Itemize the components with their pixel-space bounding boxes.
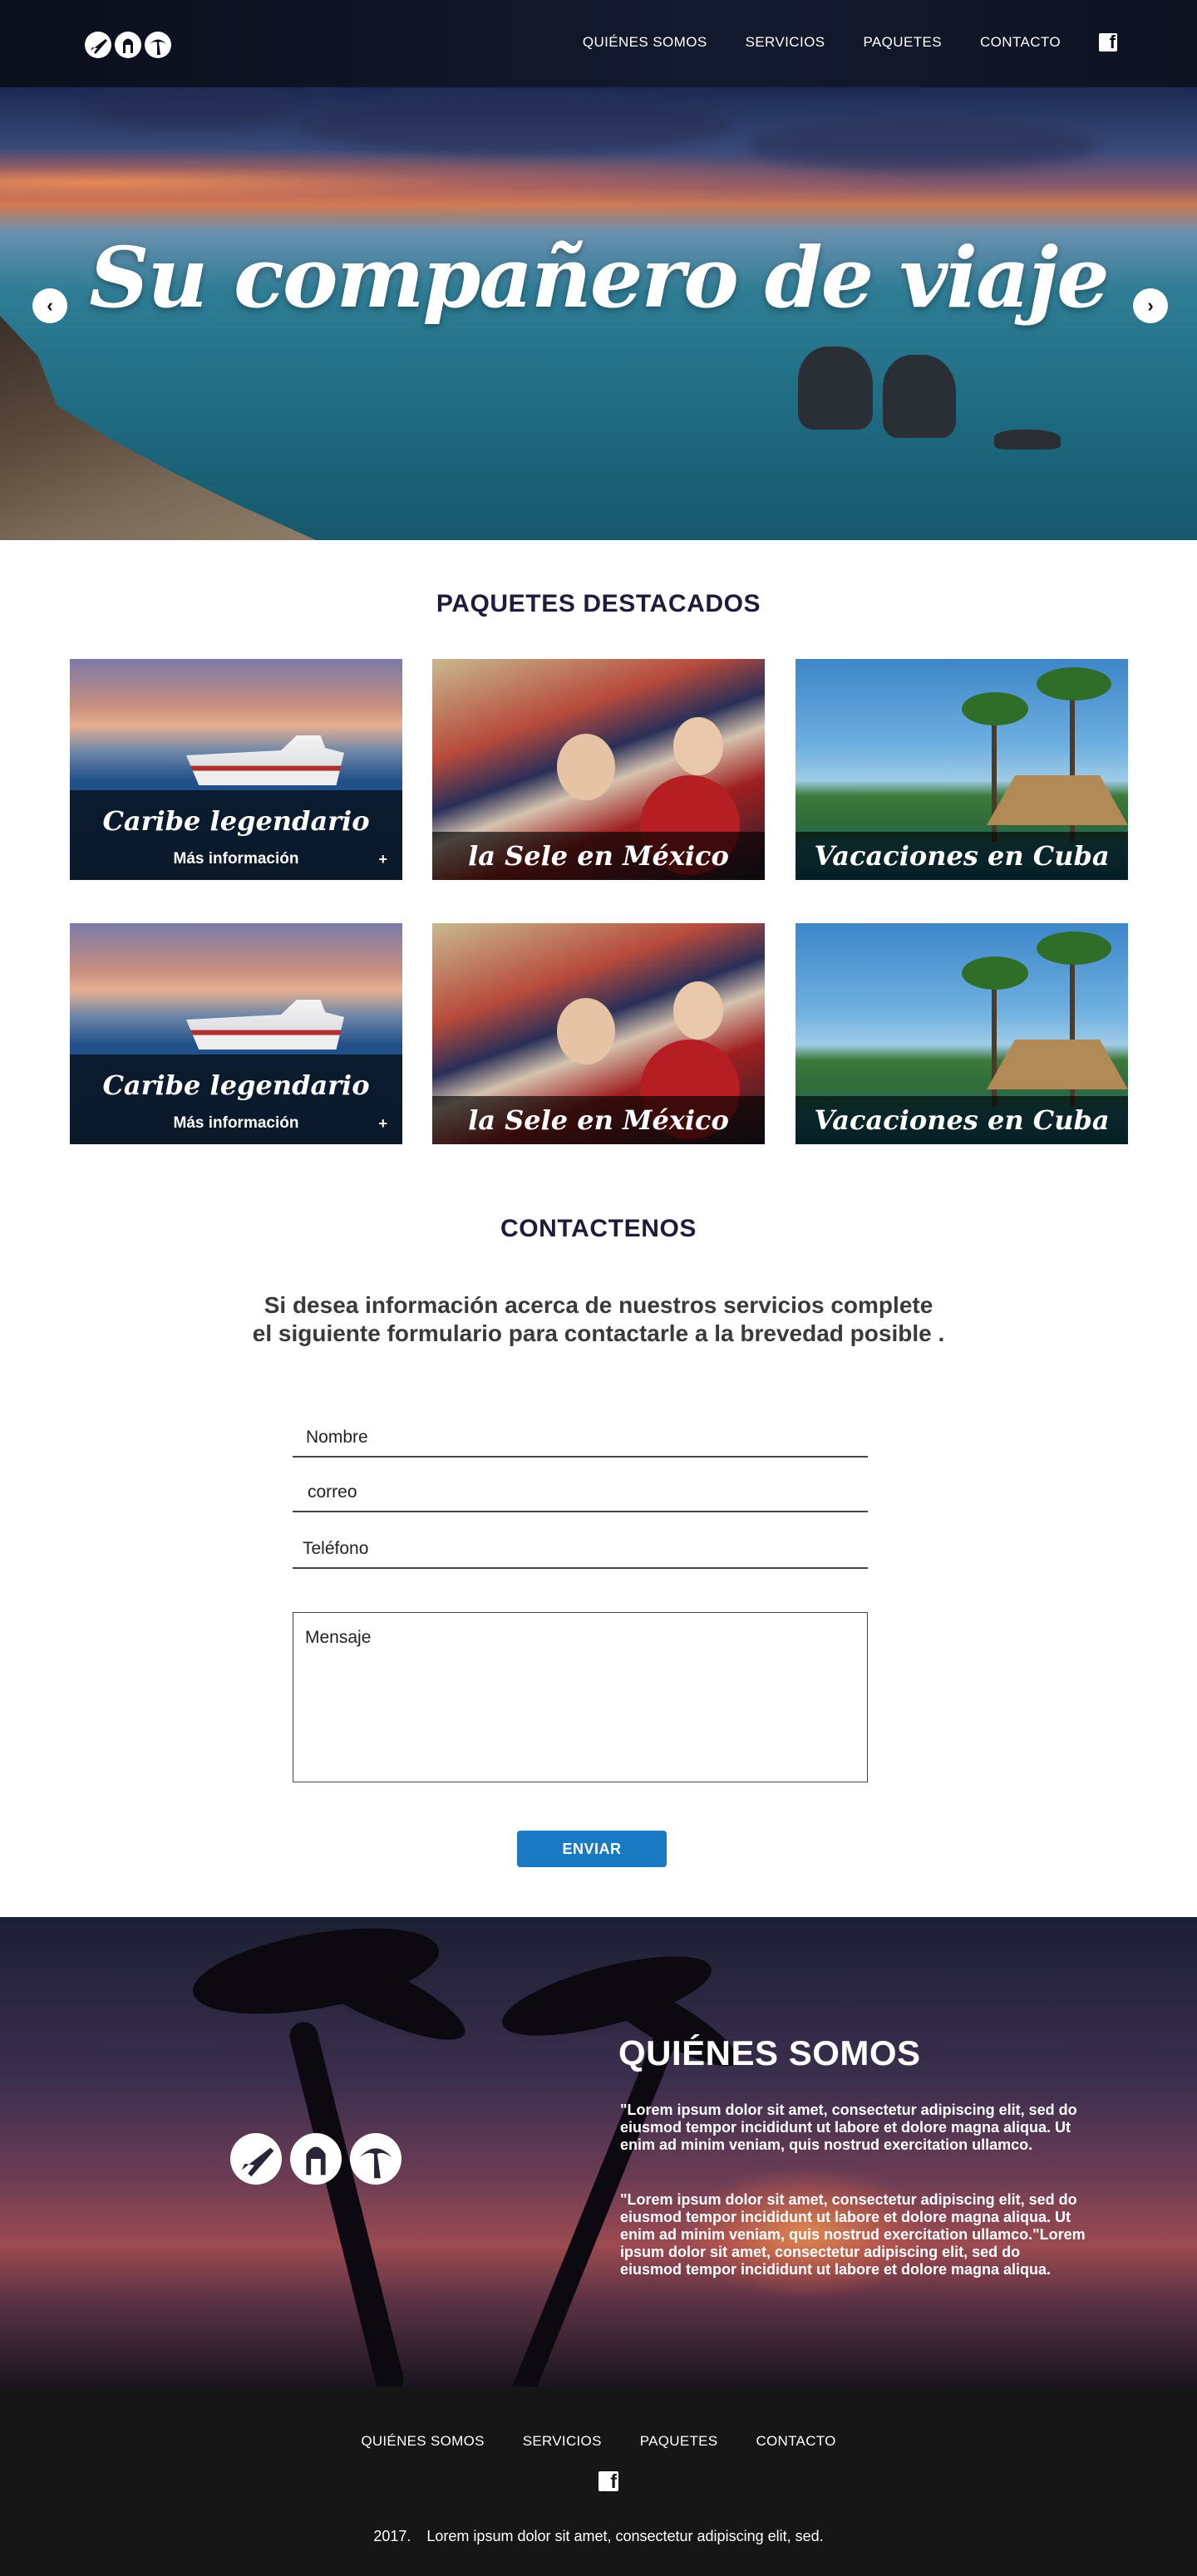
package-card-caribe[interactable]: Caribe legendario Más información + xyxy=(70,659,402,880)
hero-cliff xyxy=(0,316,316,540)
contact-title: CONTACTENOS xyxy=(500,1215,697,1242)
copyright-text: Lorem ipsum dolor sit amet, consectetur … xyxy=(426,2528,824,2544)
ship-image xyxy=(186,1000,344,1050)
about-paragraph: "Lorem ipsum dolor sit amet, consectetur… xyxy=(620,2102,1077,2153)
hero-slider: Su compañero de viaje ‹ › xyxy=(0,87,1197,540)
submit-button[interactable]: ENVIAR xyxy=(517,1831,667,1867)
palm-image xyxy=(1037,932,1111,965)
contact-description: Si desea información acerca de nuestros … xyxy=(0,1291,1197,1348)
card-title: Vacaciones en Cuba xyxy=(814,1104,1110,1136)
hut-image xyxy=(987,775,1128,825)
nav-links: QUIÉNES SOMOS SERVICIOS PAQUETES CONTACT… xyxy=(583,32,1117,52)
hero-rock xyxy=(883,355,956,438)
more-info-link[interactable]: Más información xyxy=(70,1114,402,1133)
crowd-image xyxy=(557,998,615,1064)
hero-title: Su compañero de viaje xyxy=(89,229,1109,327)
palm-image xyxy=(962,692,1028,725)
plane-icon xyxy=(230,2133,282,2185)
facebook-icon[interactable]: f xyxy=(598,2470,618,2492)
message-textarea[interactable]: Mensaje xyxy=(293,1612,868,1782)
palm-image xyxy=(962,956,1028,990)
contact-description-line: Si desea información acerca de nuestros … xyxy=(264,1292,933,1318)
hero-cloud xyxy=(83,87,299,129)
package-card-sele[interactable]: la Sele en México xyxy=(432,659,765,880)
palm-silhouette xyxy=(286,2018,407,2387)
palm-image xyxy=(1037,667,1111,701)
card-title: la Sele en México xyxy=(468,840,729,872)
site-logo[interactable] xyxy=(85,32,171,58)
copyright-year: 2017. xyxy=(373,2528,411,2544)
bell-icon xyxy=(115,32,141,58)
about-logo xyxy=(230,2133,401,2185)
palm-icon xyxy=(350,2133,401,2185)
crowd-image xyxy=(673,717,723,775)
about-section: QUIÉNES SOMOS "Lorem ipsum dolor sit ame… xyxy=(0,1917,1197,2387)
package-card-cuba[interactable]: Vacaciones en Cuba xyxy=(796,923,1128,1144)
crowd-image xyxy=(557,734,615,800)
hero-cloud xyxy=(748,120,1097,170)
card-title: Caribe legendario xyxy=(102,1069,370,1101)
email-field-label: correo xyxy=(308,1482,357,1502)
bell-icon xyxy=(290,2133,342,2185)
footer-link-quienes-somos[interactable]: QUIÉNES SOMOS xyxy=(361,2433,484,2450)
phone-field-label: Teléfono xyxy=(303,1539,369,1558)
copyright: 2017. Lorem ipsum dolor sit amet, consec… xyxy=(0,2528,1197,2545)
about-title: QUIÉNES SOMOS xyxy=(618,2033,921,2072)
message-label: Mensaje xyxy=(305,1628,372,1647)
nav-link-quienes-somos[interactable]: QUIÉNES SOMOS xyxy=(583,34,707,51)
nav-link-paquetes[interactable]: PAQUETES xyxy=(863,34,942,51)
hut-image xyxy=(987,1040,1128,1089)
name-field[interactable]: Nombre xyxy=(293,1413,868,1458)
plane-icon xyxy=(85,32,111,58)
hero-rock xyxy=(994,430,1061,450)
footer-link-contacto[interactable]: CONTACTO xyxy=(756,2433,835,2450)
packages-title: PAQUETES DESTACADOS xyxy=(436,590,761,617)
phone-field[interactable]: Teléfono xyxy=(293,1524,868,1569)
ship-image xyxy=(186,735,344,785)
plus-icon[interactable]: + xyxy=(378,1115,387,1133)
about-paragraph: "Lorem ipsum dolor sit amet, consectetur… xyxy=(620,2191,1086,2278)
nav-link-servicios[interactable]: SERVICIOS xyxy=(746,34,825,51)
more-info-link[interactable]: Más información xyxy=(70,850,402,868)
name-field-label: Nombre xyxy=(306,1428,368,1447)
chevron-left-icon[interactable]: ‹ xyxy=(32,288,67,323)
facebook-icon[interactable]: f xyxy=(1099,32,1117,52)
card-title: Caribe legendario xyxy=(102,805,370,837)
email-field[interactable]: correo xyxy=(293,1467,868,1512)
footer: QUIÉNES SOMOS SERVICIOS PAQUETES CONTACT… xyxy=(0,2387,1197,2576)
crowd-image xyxy=(673,981,723,1040)
nav-link-contacto[interactable]: CONTACTO xyxy=(980,34,1061,51)
palm-icon xyxy=(145,32,171,58)
hero-rock xyxy=(798,347,873,430)
top-navbar: QUIÉNES SOMOS SERVICIOS PAQUETES CONTACT… xyxy=(0,0,1197,87)
package-card-caribe[interactable]: Caribe legendario Más información + xyxy=(70,923,402,1144)
footer-link-paquetes[interactable]: PAQUETES xyxy=(640,2433,718,2450)
plus-icon[interactable]: + xyxy=(378,851,387,868)
contact-description-line: el siguiente formulario para contactarle… xyxy=(252,1320,945,1346)
footer-link-servicios[interactable]: SERVICIOS xyxy=(523,2433,602,2450)
card-title: la Sele en México xyxy=(468,1104,729,1136)
package-card-cuba[interactable]: Vacaciones en Cuba xyxy=(796,659,1128,880)
package-card-sele[interactable]: la Sele en México xyxy=(432,923,765,1144)
card-title: Vacaciones en Cuba xyxy=(814,840,1110,872)
hero-cloud xyxy=(299,96,732,154)
chevron-right-icon[interactable]: › xyxy=(1133,288,1168,323)
footer-links: QUIÉNES SOMOS SERVICIOS PAQUETES CONTACT… xyxy=(0,2433,1197,2450)
